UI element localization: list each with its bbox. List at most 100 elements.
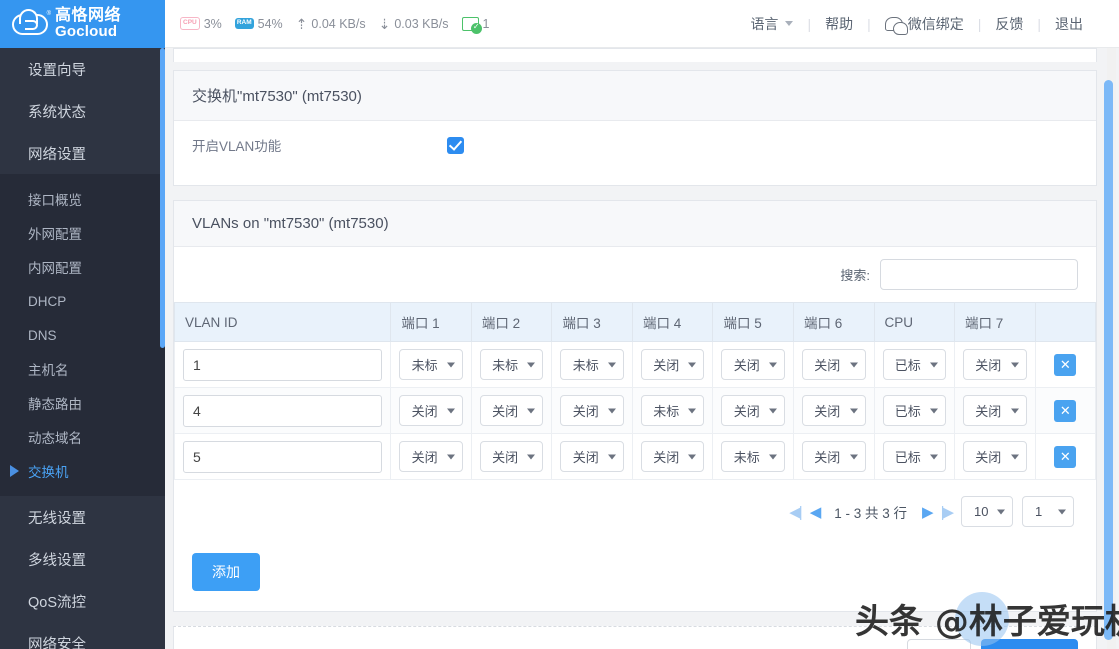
port-3-select[interactable]: 关闭 [560,441,624,472]
sidebar-item-dhcp[interactable]: DHCP [0,284,165,318]
menu-help[interactable]: 帮助 [811,14,867,34]
prev-page-icon[interactable]: ◀ [810,503,820,521]
port-7-select[interactable]: 关闭 [963,395,1027,426]
sidebar-item-system-status[interactable]: 系统状态 [0,90,165,132]
sidebar-item-label: 动态域名 [28,427,82,447]
delete-row-button[interactable]: ✕ [1054,354,1076,376]
vlan-enable-checkbox[interactable] [447,137,464,154]
main-scrollbar-track[interactable] [1107,48,1116,649]
port-select-value: 未标 [573,355,599,374]
cell-port-2: 关闭 [471,388,552,434]
table-row: 关闭 关闭 关闭 关闭 未标 关闭 已标 关闭 ✕ [175,434,1096,480]
sidebar-item-network-settings[interactable]: 网络设置 [0,132,165,174]
port-6-select[interactable]: 关闭 [802,441,866,472]
port-2-select[interactable]: 关闭 [480,441,544,472]
page-size-select[interactable]: 10 [961,496,1013,527]
port-4-select[interactable]: 关闭 [641,441,705,472]
delete-row-button[interactable]: ✕ [1054,400,1076,422]
cell-port-5: 关闭 [713,342,794,388]
sidebar-item-multiline-settings[interactable]: 多线设置 [0,538,165,580]
action-footer: 清除 保存&应用 [173,626,1097,649]
sidebar-item-wireless-settings[interactable]: 无线设置 [0,496,165,538]
port-select-value: 未标 [412,355,438,374]
port-select-value: 关闭 [975,447,1001,466]
sidebar-item-network-security[interactable]: 网络安全 [0,622,165,649]
sidebar-item-label: DNS [28,328,57,343]
sidebar-item-qos[interactable]: QoS流控 [0,580,165,622]
cpu-select[interactable]: 已标 [883,349,947,380]
brand-logo-area[interactable]: ® 高恪网络 Gocloud [0,0,165,48]
sidebar-item-setup-wizard[interactable]: 设置向导 [0,48,165,90]
clear-button[interactable]: 清除 [907,639,971,649]
upload-speed-value: 0.04 KB/s [311,17,365,31]
switch-panel: 交换机"mt7530" (mt7530) 开启VLAN功能 [173,70,1097,186]
vlan-id-input[interactable] [183,441,382,473]
port-4-select[interactable]: 关闭 [641,349,705,380]
last-page-icon[interactable]: |▶ [941,503,952,521]
menu-feedback[interactable]: 反馈 [981,14,1037,34]
cell-port-1: 关闭 [391,388,472,434]
sidebar-item-dns[interactable]: DNS [0,318,165,352]
cell-port-2: 关闭 [471,434,552,480]
port-1-select[interactable]: 关闭 [399,441,463,472]
sidebar-item-label: 无线设置 [28,507,86,528]
port-3-select[interactable]: 关闭 [560,395,624,426]
chevron-down-icon [527,362,535,367]
cell-port-7: 关闭 [955,388,1036,434]
save-apply-button[interactable]: 保存&应用 [981,639,1078,649]
port-2-select[interactable]: 未标 [480,349,544,380]
menu-language[interactable]: 语言 [736,14,807,34]
menu-wechat-bind[interactable]: 微信绑定 [871,14,978,34]
next-page-icon[interactable]: ▶ [922,503,932,521]
port-6-select[interactable]: 关闭 [802,349,866,380]
port-1-select[interactable]: 关闭 [399,395,463,426]
sidebar-item-interface-overview[interactable]: 接口概览 [0,182,165,216]
port-4-select[interactable]: 未标 [641,395,705,426]
sidebar-item-label: 主机名 [28,359,69,379]
col-port-7: 端口 7 [955,303,1036,342]
cpu-select[interactable]: 已标 [883,441,947,472]
chevron-down-icon [850,362,858,367]
chevron-down-icon [769,362,777,367]
cpu-select[interactable]: 已标 [883,395,947,426]
sidebar-item-wan-config[interactable]: 外网配置 [0,216,165,250]
port-5-select[interactable]: 关闭 [721,395,785,426]
menu-feedback-label: 反馈 [995,14,1023,34]
search-input[interactable] [880,259,1078,290]
first-page-icon[interactable]: ◀| [789,503,800,521]
sidebar-scrollbar-thumb[interactable] [160,48,165,348]
vlan-id-input[interactable] [183,395,382,427]
chevron-down-icon [527,454,535,459]
main-scrollbar-thumb[interactable] [1104,80,1113,640]
chevron-down-icon [997,509,1005,514]
sidebar-item-lan-config[interactable]: 内网配置 [0,250,165,284]
port-2-select[interactable]: 关闭 [480,395,544,426]
header-right-menu: 语言 | 帮助 | 微信绑定 | 反馈 | 退出 [736,14,1119,34]
delete-row-button[interactable]: ✕ [1054,446,1076,468]
sidebar-scrollbar-track[interactable] [160,48,165,649]
cell-port-4: 未标 [632,388,713,434]
add-vlan-button[interactable]: 添加 [192,553,260,591]
sidebar-item-label: 外网配置 [28,223,82,243]
port-7-select[interactable]: 关闭 [963,349,1027,380]
menu-logout[interactable]: 退出 [1041,14,1097,34]
sidebar-item-static-route[interactable]: 静态路由 [0,386,165,420]
port-7-select[interactable]: 关闭 [963,441,1027,472]
sidebar-item-switch[interactable]: 交换机 [0,454,165,488]
page-number-select[interactable]: 1 [1022,496,1074,527]
port-5-select[interactable]: 关闭 [721,349,785,380]
ram-chip-icon: RAM [235,18,254,29]
port-5-select[interactable]: 未标 [721,441,785,472]
port-select-value: 已标 [895,447,921,466]
sidebar-item-label: 交换机 [28,461,69,481]
port-1-select[interactable]: 未标 [399,349,463,380]
pagination: ◀| ◀ 1 - 3 共 3 行 ▶ |▶ 10 1 [174,480,1096,543]
port-3-select[interactable]: 未标 [560,349,624,380]
sidebar-item-hostname[interactable]: 主机名 [0,352,165,386]
port-6-select[interactable]: 关闭 [802,395,866,426]
vlan-id-input[interactable] [183,349,382,381]
sidebar-item-label: 设置向导 [28,59,86,80]
sidebar-item-ddns[interactable]: 动态域名 [0,420,165,454]
pagination-summary: 1 - 3 共 3 行 [834,502,907,522]
col-port-6: 端口 6 [793,303,874,342]
